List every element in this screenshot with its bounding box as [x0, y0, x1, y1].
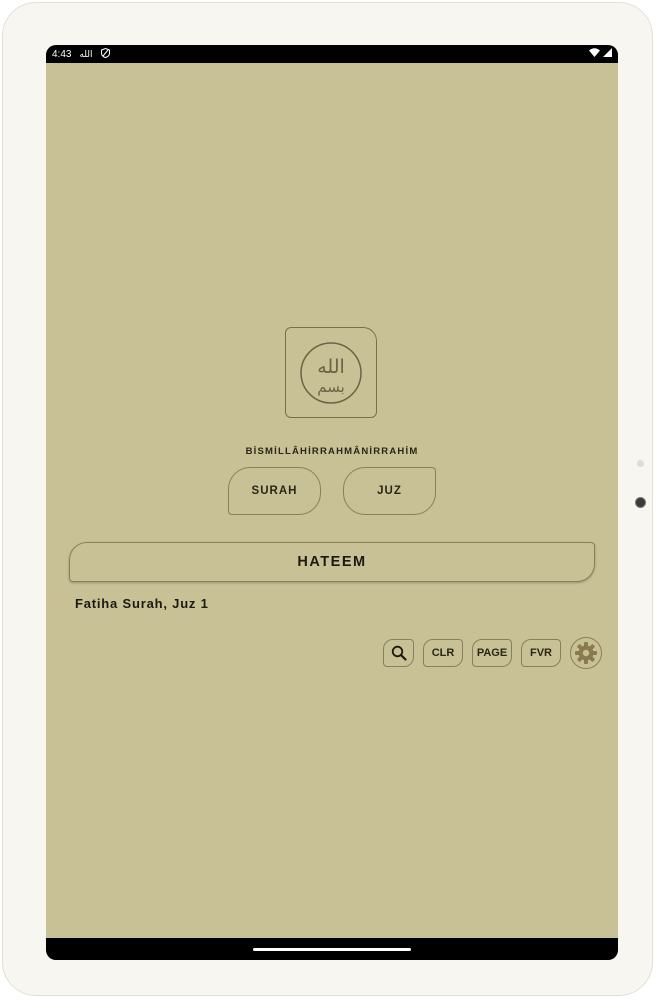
favorites-button[interactable]: FVR — [521, 639, 561, 667]
bismillah-calligraphy-icon: الله بسم — [300, 342, 362, 404]
status-bar: 4:43 الله — [46, 45, 618, 63]
bismillah-logo: الله بسم — [285, 327, 377, 418]
vpn-shield-icon — [100, 47, 110, 61]
wifi-icon — [589, 48, 600, 60]
search-button[interactable] — [383, 639, 414, 667]
settings-button[interactable] — [570, 637, 602, 669]
bismillah-heading: BİSMİLLÂHİRRAHMÂNİRRAHİM — [245, 446, 419, 457]
search-icon — [391, 645, 407, 661]
gear-icon — [575, 642, 597, 664]
camera-lens — [635, 497, 646, 508]
clear-button[interactable]: CLR — [423, 639, 463, 667]
app-screen: 4:43 الله الله بسم BİSMİLLÂHİRRAHMÂNİRRA… — [46, 45, 618, 960]
page-button[interactable]: PAGE — [472, 639, 512, 667]
notification-glyph: الله — [79, 49, 93, 60]
svg-text:الله: الله — [317, 356, 345, 378]
tablet-frame: 4:43 الله الله بسم BİSMİLLÂHİRRAHMÂNİRRA… — [2, 2, 653, 996]
current-location-label: Fatiha Surah, Juz 1 — [75, 596, 209, 611]
sensor-dot — [637, 460, 644, 467]
home-gesture-handle[interactable] — [253, 948, 411, 951]
hateem-button[interactable]: HATEEM — [69, 542, 595, 582]
svg-text:بسم: بسم — [317, 378, 345, 396]
cellular-signal-icon — [603, 48, 612, 60]
juz-button[interactable]: JUZ — [343, 467, 436, 515]
navigation-bar — [46, 938, 618, 960]
status-time: 4:43 — [52, 49, 72, 60]
surah-button[interactable]: SURAH — [228, 467, 321, 515]
